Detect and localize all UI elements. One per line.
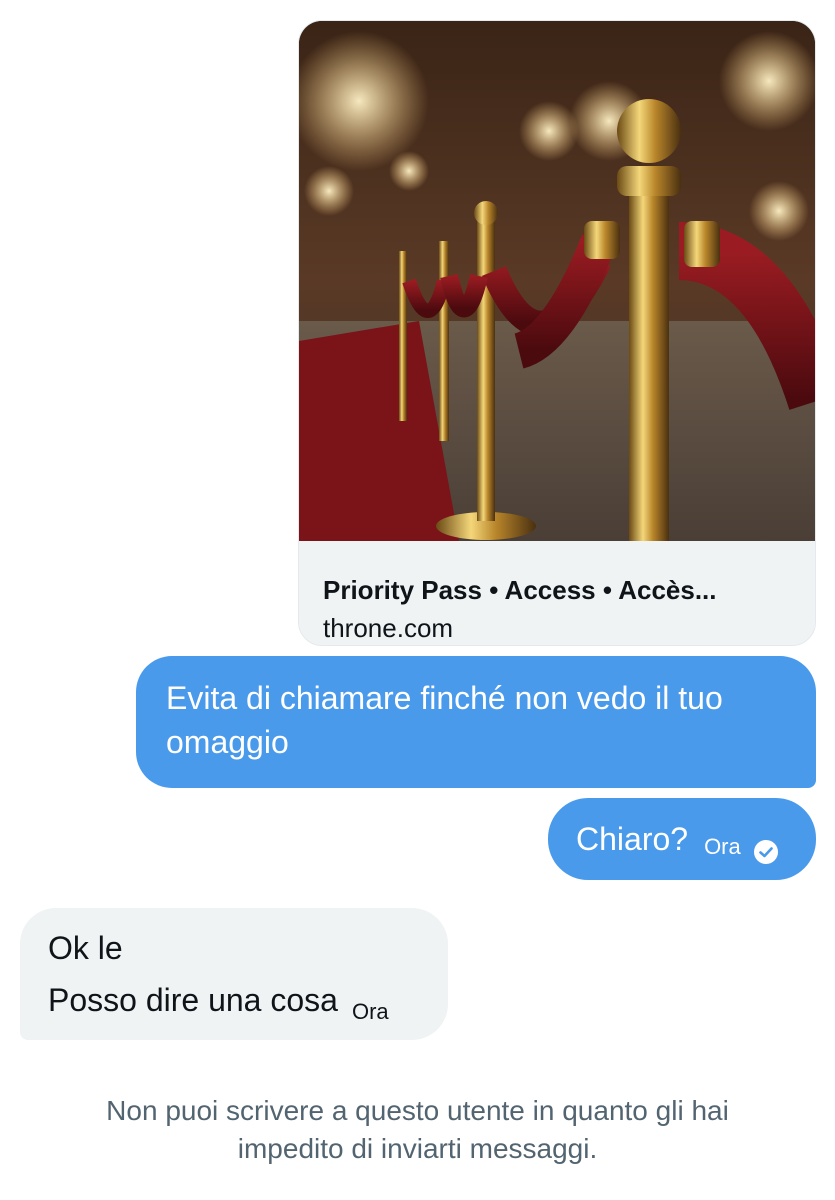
message-text: Chiaro? [576, 821, 689, 857]
message-text: Posso dire una cosa [48, 982, 338, 1018]
message-text-line: Posso dire una cosa Ora [48, 978, 420, 1026]
blocked-notice-line: Non puoi scrivere a questo utente in qua… [106, 1095, 729, 1126]
message-timestamp: Ora [704, 834, 741, 859]
link-preview-card[interactable]: Priority Pass • Access • Accès... throne… [298, 20, 816, 646]
incoming-message-bubble[interactable]: Ok le Posso dire una cosa Ora [20, 908, 448, 1040]
message-text: Evita di chiamare finché non vedo il tuo… [166, 680, 723, 760]
link-preview-meta: Priority Pass • Access • Accès... throne… [299, 541, 815, 645]
link-preview-title: Priority Pass • Access • Accès... [323, 575, 717, 605]
check-circle-icon [753, 832, 779, 864]
link-preview-domain: throne.com [323, 613, 454, 643]
message-timestamp: Ora [351, 999, 389, 1024]
blocked-notice: Non puoi scrivere a questo utente in qua… [0, 1092, 835, 1168]
link-preview-image [299, 21, 815, 541]
outgoing-message-bubble[interactable]: Evita di chiamare finché non vedo il tuo… [136, 656, 816, 788]
message-text-line: Ok le [48, 930, 123, 966]
blocked-notice-line: impedito di inviarti messaggi. [237, 1133, 598, 1164]
outgoing-message-bubble[interactable]: Chiaro? Ora [548, 798, 816, 880]
